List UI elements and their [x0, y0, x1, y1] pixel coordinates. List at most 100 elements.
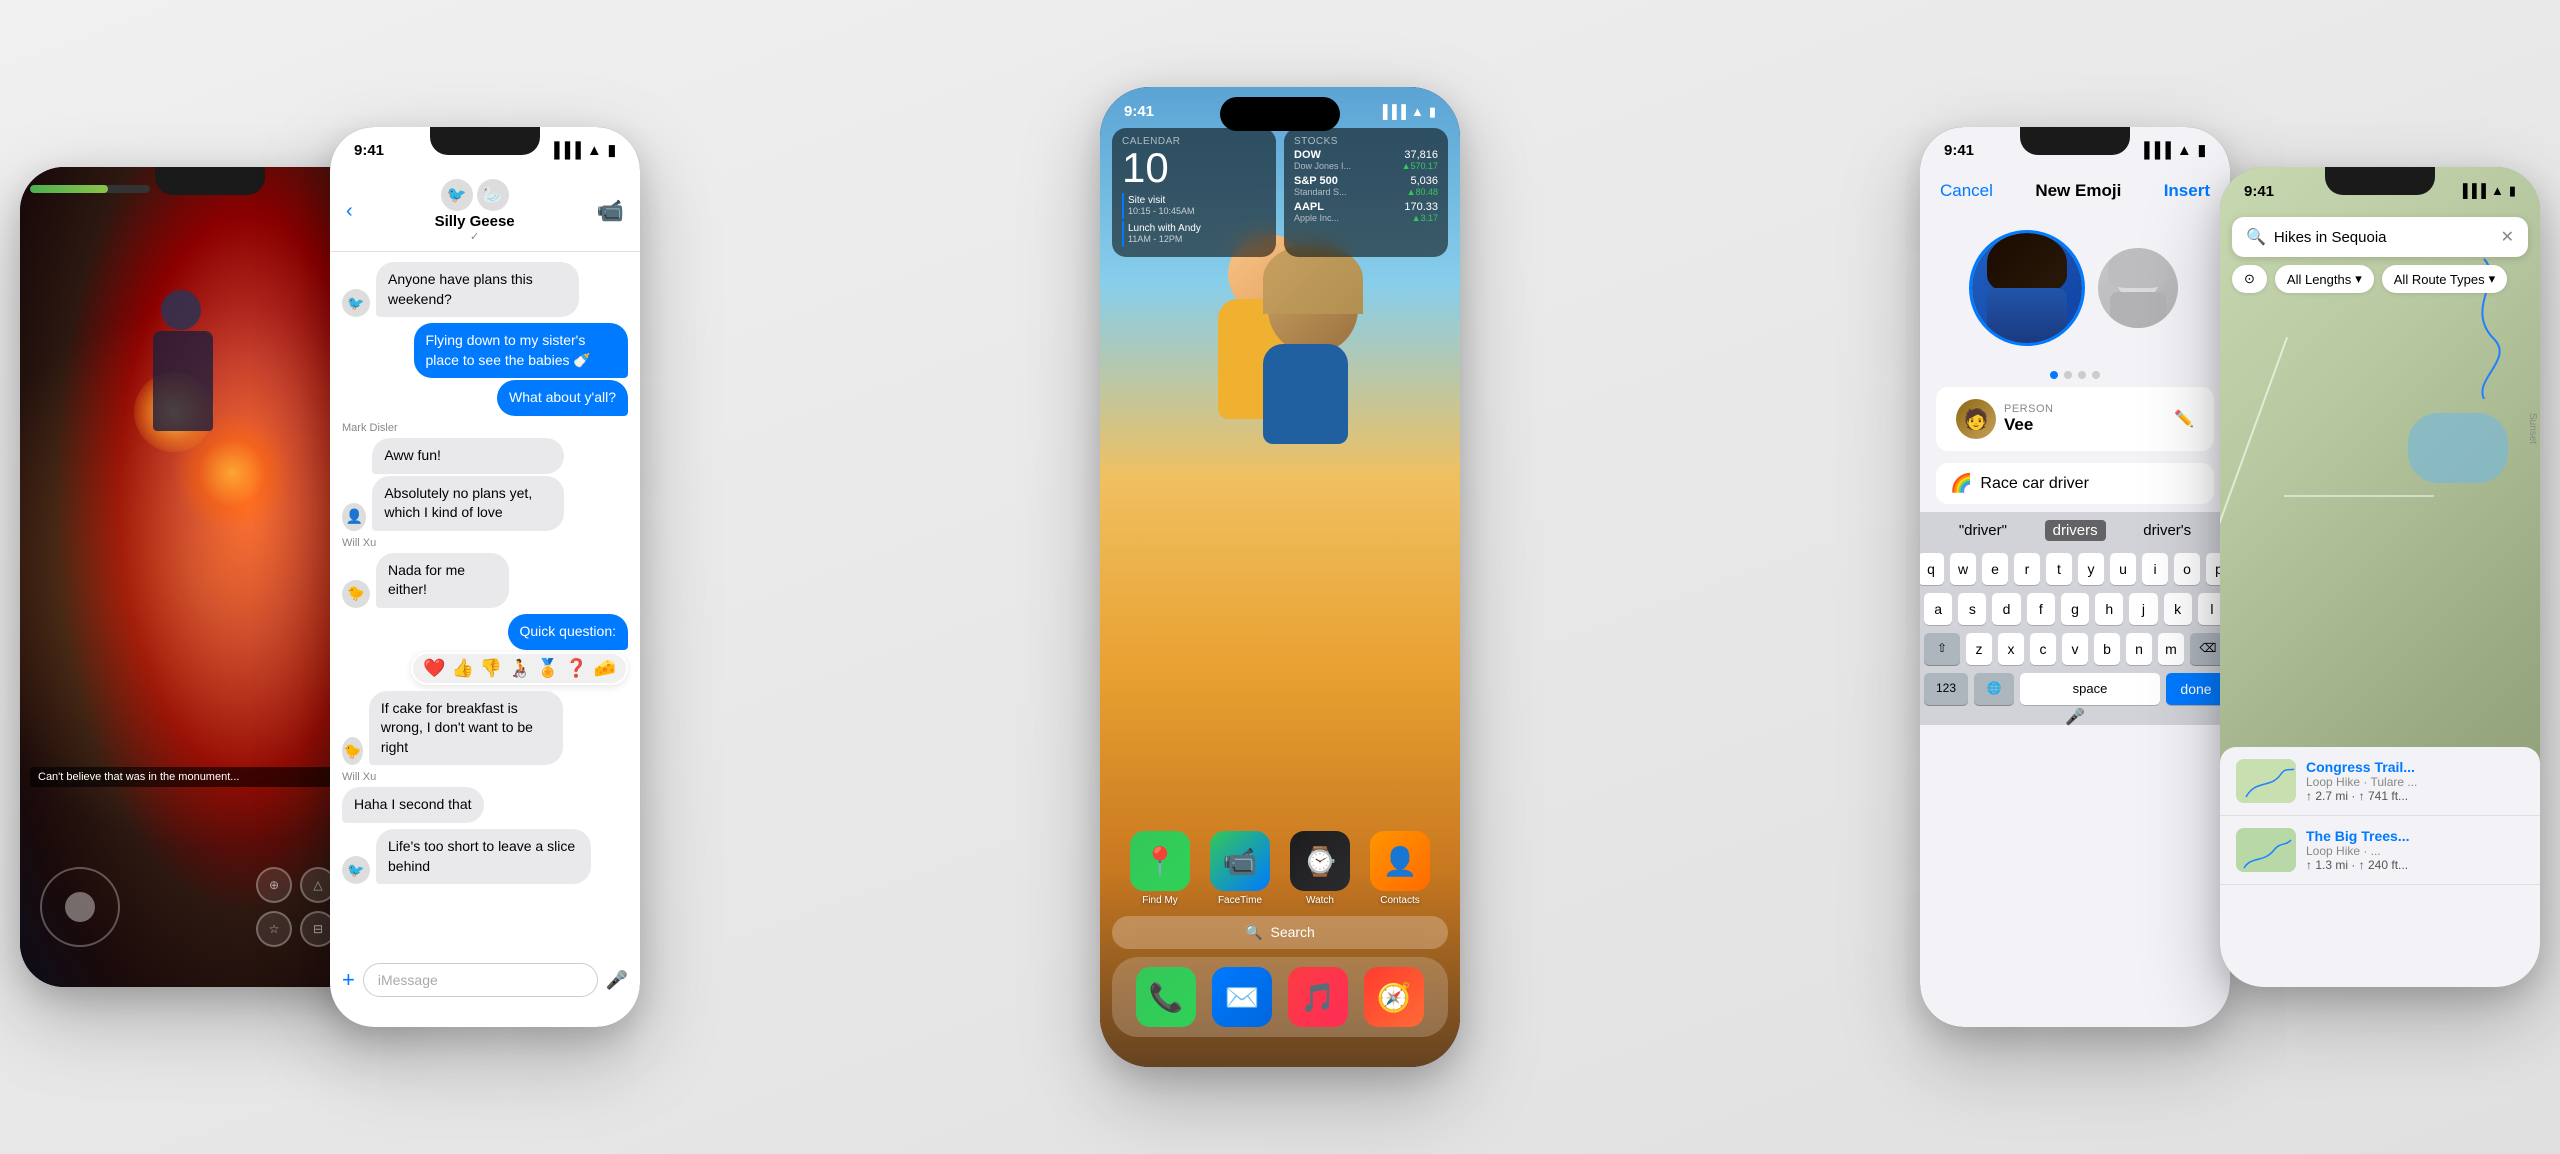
react-question[interactable]: ❓ [565, 658, 587, 679]
key-space[interactable]: space [2020, 673, 2160, 705]
key-i[interactable]: i [2142, 553, 2168, 585]
emoji-reactions[interactable]: ❤️ 👍 👎 🧑‍🦽 🏅 ❓ 🧀 [411, 652, 628, 685]
home-search-bar[interactable]: 🔍 Search [1112, 916, 1448, 949]
key-k[interactable]: k [2164, 593, 2192, 625]
group-name[interactable]: Silly Geese [435, 213, 515, 230]
filter-lengths[interactable]: All Lengths ▾ [2275, 265, 2374, 293]
react-heart[interactable]: ❤️ [423, 658, 445, 679]
filter-route-types[interactable]: All Route Types ▾ [2382, 265, 2507, 293]
close-button-maps[interactable]: ✕ [2501, 227, 2514, 247]
emoji-title: New Emoji [2035, 181, 2121, 201]
key-x[interactable]: x [1998, 633, 2024, 665]
notch-messages [430, 127, 540, 155]
key-b[interactable]: b [2094, 633, 2120, 665]
result-item-1[interactable]: Congress Trail... Loop Hike · Tulare ...… [2220, 747, 2540, 816]
react-emoji2[interactable]: 🏅 [537, 658, 559, 679]
key-a[interactable]: a [1924, 593, 1952, 625]
phone-emoji: 9:41 ▐▐▐ ▲ ▮ Cancel New Emoji Insert [1920, 127, 2230, 1027]
key-z[interactable]: z [1966, 633, 1992, 665]
back-button[interactable]: ‹ [346, 200, 353, 223]
key-h[interactable]: h [2095, 593, 2123, 625]
prediction-2[interactable]: drivers [2045, 520, 2106, 541]
text-input-field[interactable]: Race car driver [1980, 475, 2200, 493]
widgets-row: Calendar 10 Site visit10:15 - 10:45AM Lu… [1100, 120, 1460, 265]
msg-bubble-1: Anyone have plans this weekend? [376, 262, 579, 317]
contacts-app[interactable]: 👤 Contacts [1370, 831, 1430, 906]
key-v[interactable]: v [2062, 633, 2088, 665]
emoji-avatar-ghost[interactable] [2098, 248, 2178, 328]
findmy-app[interactable]: 📍 Find My [1130, 831, 1190, 906]
map-road-1 [2220, 337, 2288, 526]
msg-sender-3: Will Xu [342, 771, 376, 783]
emoji-avatar-main[interactable] [1972, 233, 2082, 343]
action-btn-4[interactable]: ☆ [256, 911, 292, 947]
mail-app[interactable]: ✉️ [1212, 967, 1272, 1027]
key-u[interactable]: u [2110, 553, 2136, 585]
stocks-label: Stocks [1294, 136, 1438, 147]
key-j[interactable]: j [2129, 593, 2157, 625]
phone-messages: 9:41 ▐▐▐ ▲ ▮ ‹ 🐦 🦢 Silly Geese ✓ 📹 [330, 127, 640, 1027]
key-n[interactable]: n [2126, 633, 2152, 665]
text-input-area[interactable]: 🌈 Race car driver [1936, 463, 2214, 504]
video-call-icon[interactable]: 📹 [597, 198, 624, 224]
key-numbers[interactable]: 123 [1924, 673, 1968, 705]
compass-app[interactable]: 🧭 [1364, 967, 1424, 1027]
key-y[interactable]: y [2078, 553, 2104, 585]
react-emoji1[interactable]: 🧑‍🦽 [508, 658, 530, 679]
result-name-2[interactable]: The Big Trees... [2306, 828, 2524, 844]
react-thumbsup[interactable]: 👍 [451, 658, 473, 679]
stocks-widget[interactable]: Stocks DOW Dow Jones I... 37,816 ▲570.17 [1284, 128, 1448, 257]
result-name-1[interactable]: Congress Trail... [2306, 759, 2524, 775]
key-d[interactable]: d [1992, 593, 2020, 625]
prediction-1[interactable]: "driver" [1951, 520, 2015, 541]
key-o[interactable]: o [2174, 553, 2200, 585]
chevron-down-icon-2: ▾ [2489, 271, 2496, 287]
calendar-widget[interactable]: Calendar 10 Site visit10:15 - 10:45AM Lu… [1112, 128, 1276, 257]
dock: 📞 ✉️ 🎵 🧭 [1112, 957, 1448, 1037]
edit-icon[interactable]: ✏️ [2174, 409, 2194, 429]
result-item-2[interactable]: The Big Trees... Loop Hike · ... ↑ 1.3 m… [2220, 816, 2540, 885]
phone-app[interactable]: 📞 [1136, 967, 1196, 1027]
key-r[interactable]: r [2014, 553, 2040, 585]
imessage-input[interactable]: iMessage [363, 963, 598, 997]
plus-button[interactable]: + [342, 967, 355, 993]
key-f[interactable]: f [2027, 593, 2055, 625]
key-row-4: 123 🌐 space done [1924, 669, 2226, 709]
search-text-maps[interactable]: Hikes in Sequoia [2274, 229, 2493, 246]
key-shift[interactable]: ⇧ [1924, 633, 1960, 665]
music-app[interactable]: 🎵 [1288, 967, 1348, 1027]
key-e[interactable]: e [1982, 553, 2008, 585]
prediction-3[interactable]: driver's [2135, 520, 2199, 541]
cancel-button[interactable]: Cancel [1940, 181, 1993, 201]
insert-button[interactable]: Insert [2164, 181, 2210, 201]
filter-lengths-label: All Lengths [2287, 272, 2351, 287]
facetime-app[interactable]: 📹 FaceTime [1210, 831, 1270, 906]
key-emoji-kb[interactable]: 🌐 [1974, 673, 2014, 705]
mic-emoji[interactable]: 🎤 [2065, 707, 2085, 727]
watch-app[interactable]: ⌚ Watch [1290, 831, 1350, 906]
react-thumbsdown[interactable]: 👎 [480, 658, 502, 679]
message-input-bar: + iMessage 🎤 [342, 963, 628, 997]
dot-1 [2050, 371, 2058, 379]
key-m[interactable]: m [2158, 633, 2184, 665]
scene: Can't believe that was in the monument..… [0, 0, 2560, 1154]
key-g[interactable]: g [2061, 593, 2089, 625]
map-road-2 [2284, 495, 2434, 497]
key-done[interactable]: done [2166, 673, 2226, 705]
action-btn-1[interactable]: ⊕ [256, 867, 292, 903]
home-time: 9:41 [1124, 103, 1154, 120]
stock-list: DOW Dow Jones I... 37,816 ▲570.17 S&P 50… [1294, 147, 1438, 225]
mic-icon[interactable]: 🎤 [606, 970, 628, 991]
avatar-mark: 👤 [342, 503, 366, 531]
react-cheese[interactable]: 🧀 [594, 658, 616, 679]
search-field-maps[interactable]: 🔍 Hikes in Sequoia ✕ [2232, 217, 2528, 257]
key-q[interactable]: q [1920, 553, 1944, 585]
joystick[interactable] [40, 867, 120, 947]
phone-home: 9:41 ▐▐▐ ▲ ▮ Calendar 10 Site visit10:15… [1100, 87, 1460, 1067]
key-t[interactable]: t [2046, 553, 2072, 585]
key-w[interactable]: w [1950, 553, 1976, 585]
key-c[interactable]: c [2030, 633, 2056, 665]
key-s[interactable]: s [1958, 593, 1986, 625]
msg-bubble-8: If cake for breakfast is wrong, I don't … [369, 691, 563, 766]
filter-location[interactable]: ⊙ [2232, 265, 2267, 293]
